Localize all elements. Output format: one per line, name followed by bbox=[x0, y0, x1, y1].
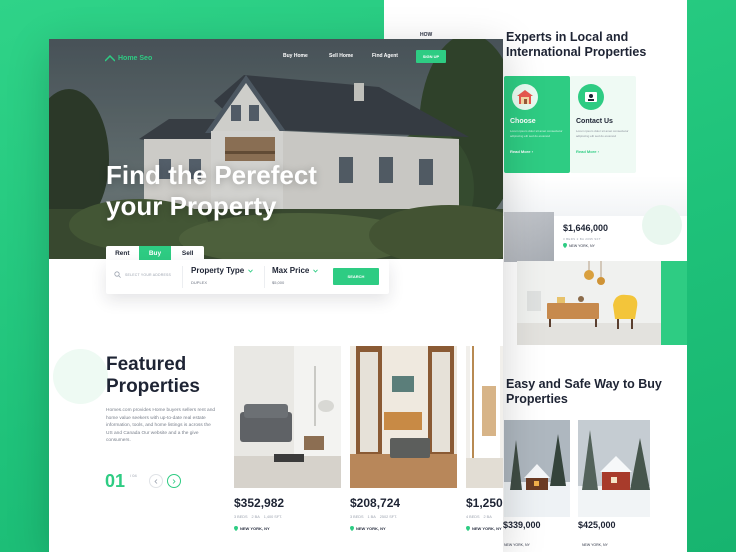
chevron-right-icon bbox=[172, 478, 176, 484]
chevron-down-icon bbox=[313, 268, 319, 273]
property-price: $1,250, bbox=[466, 496, 503, 510]
service-read-more-link[interactable]: Read More › bbox=[510, 149, 564, 154]
max-price-value: $5,000 bbox=[272, 280, 285, 285]
tab-rent[interactable]: Rent bbox=[106, 246, 139, 260]
house-icon bbox=[512, 84, 538, 110]
property-location: NEW YORK, NY bbox=[350, 526, 386, 531]
cabin-photo[interactable] bbox=[578, 420, 650, 517]
search-button[interactable]: SEARCH bbox=[333, 268, 379, 285]
cabin-price: $339,000 bbox=[503, 520, 541, 530]
cabin-photo[interactable] bbox=[504, 420, 570, 517]
location-pin-icon bbox=[350, 526, 354, 531]
listing-price: $1,646,000 bbox=[563, 223, 609, 233]
location-pin-icon bbox=[234, 526, 238, 531]
pager-current: 01 bbox=[105, 471, 126, 491]
listing-specs: 3 BEDS 2 BA 2095 SFT bbox=[563, 237, 601, 241]
cabin-price: $425,000 bbox=[578, 520, 616, 530]
divider bbox=[264, 266, 265, 288]
tab-buy[interactable]: Buy bbox=[138, 246, 172, 260]
main-page-preview: Home Seo Buy Home Sell Home Find Agent S… bbox=[49, 39, 503, 552]
address-search-input[interactable]: SELECT YOUR ADDRESS bbox=[114, 271, 171, 278]
pager-total: / 04 bbox=[130, 473, 137, 478]
chevron-left-icon bbox=[154, 478, 158, 484]
featured-title: Featured Properties bbox=[106, 354, 200, 397]
listing-mode-tabs: Rent Buy Sell bbox=[106, 246, 204, 260]
divider bbox=[182, 266, 183, 288]
signup-button[interactable]: SIGN UP bbox=[416, 50, 446, 63]
experts-heading: Experts in Local and International Prope… bbox=[506, 30, 647, 59]
property-search-bar: SELECT YOUR ADDRESS Property Type DUPLEX… bbox=[106, 260, 389, 294]
service-card-choose[interactable]: Choose Lorem ipsum dolor sit amet consec… bbox=[504, 76, 570, 173]
property-price: $352,982 bbox=[234, 496, 285, 510]
property-price: $208,724 bbox=[350, 496, 401, 510]
chevron-down-icon bbox=[248, 268, 254, 273]
property-photo bbox=[466, 346, 503, 488]
safe-way-heading: Easy and Safe Way to Buy Properties bbox=[506, 377, 662, 406]
agent-icon bbox=[578, 84, 604, 110]
hero-title: Find the Perefect your Property bbox=[106, 160, 317, 221]
cabin-location: NEW YORK, NY bbox=[504, 543, 530, 547]
listing-photo[interactable] bbox=[504, 212, 554, 262]
location-pin-icon bbox=[563, 243, 567, 248]
location-pin-icon bbox=[466, 526, 470, 531]
logo-icon bbox=[105, 55, 115, 62]
interior-photo bbox=[517, 261, 661, 345]
address-placeholder: SELECT YOUR ADDRESS bbox=[125, 272, 172, 277]
property-specs: 3 BEDS 2 BA 1,400 SFT. bbox=[234, 515, 283, 519]
accent-strip bbox=[661, 261, 687, 345]
cabin-location: NEW YORK, NY bbox=[582, 543, 608, 547]
hero-section: Home Seo Buy Home Sell Home Find Agent S… bbox=[49, 39, 503, 259]
property-location: NEW YORK, NY bbox=[234, 526, 270, 531]
service-description: Lorem ipsum dolor sit amet consectetur a… bbox=[576, 129, 629, 138]
decorative-circle bbox=[642, 205, 682, 245]
nav-link-buy-home[interactable]: Buy Home bbox=[283, 53, 308, 59]
property-specs: 4 BEDS 2 BA bbox=[466, 515, 492, 519]
property-type-select[interactable]: Property Type bbox=[191, 266, 254, 275]
property-card[interactable]: $352,982 3 BEDS 2 BA 1,400 SFT. NEW YORK… bbox=[234, 346, 341, 552]
property-specs: 3 BEDS 1 BA 2502 SFT. bbox=[350, 515, 398, 519]
service-description: Lorem ipsum dolor sit amet consectetur a… bbox=[510, 129, 563, 138]
next-button[interactable] bbox=[167, 474, 181, 488]
featured-description: Homes.com provides Home buyers sellers r… bbox=[106, 408, 216, 443]
max-price-select[interactable]: Max Price bbox=[272, 266, 319, 275]
property-photo bbox=[350, 346, 457, 488]
nav-link-sell-home[interactable]: Sell Home bbox=[329, 53, 353, 59]
property-card[interactable]: $208,724 3 BEDS 1 BA 2502 SFT. NEW YORK,… bbox=[350, 346, 457, 552]
previous-button[interactable] bbox=[149, 474, 163, 488]
service-title: Choose bbox=[510, 118, 536, 125]
property-photo bbox=[234, 346, 341, 488]
decorative-circle bbox=[53, 349, 108, 404]
service-title: Contact Us bbox=[576, 118, 613, 125]
listing-location: NEW YORK, NY bbox=[563, 243, 595, 248]
brand-logo[interactable]: Home Seo bbox=[105, 55, 152, 62]
hero-house-photo bbox=[49, 39, 503, 259]
property-card[interactable]: $1,250, 4 BEDS 2 BA NEW YORK, NY bbox=[466, 346, 503, 552]
service-card-contact[interactable]: Contact Us Lorem ipsum dolor sit amet co… bbox=[570, 76, 636, 173]
property-location: NEW YORK, NY bbox=[466, 526, 502, 531]
property-type-value: DUPLEX bbox=[191, 280, 208, 285]
search-icon bbox=[114, 271, 121, 278]
nav-link-find-agent[interactable]: Find Agent bbox=[372, 53, 398, 59]
tab-sell[interactable]: Sell bbox=[171, 246, 204, 260]
service-read-more-link[interactable]: Read More › bbox=[576, 149, 630, 154]
